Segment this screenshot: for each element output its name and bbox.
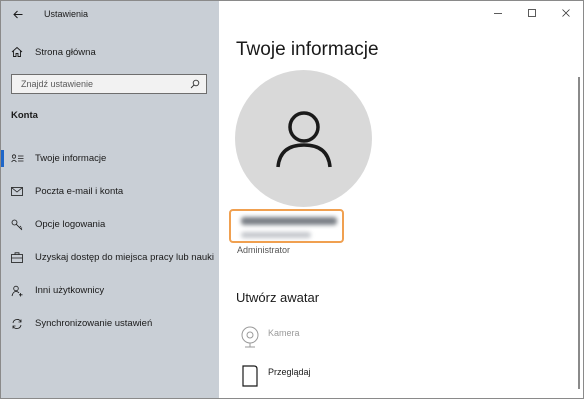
user-account-highlight: [229, 209, 344, 243]
close-icon: [562, 9, 570, 17]
browse-option[interactable]: Przeglądaj: [236, 365, 311, 395]
blurred-user-email: [241, 232, 311, 238]
section-heading-accounts: Konta: [11, 110, 38, 121]
close-button[interactable]: [549, 1, 583, 25]
home-nav-item[interactable]: Strona główna: [1, 39, 219, 65]
sidebar-item-label: Poczta e-mail i konta: [35, 186, 124, 197]
sidebar-item-work-school[interactable]: Uzyskaj dostęp do miejsca pracy lub nauk…: [1, 241, 219, 274]
blurred-user-name: [241, 217, 337, 225]
settings-window: Ustawienia Strona główna Konta: [0, 0, 584, 399]
user-card-icon: [1, 153, 33, 164]
sync-icon: [1, 318, 33, 330]
window-controls: [481, 1, 583, 27]
avatar: [235, 70, 372, 207]
minimize-icon: [494, 13, 502, 14]
back-arrow-icon: [13, 10, 23, 18]
maximize-button[interactable]: [515, 1, 549, 25]
accounts-nav-list: Twoje informacje Poczta e-mail i konta O…: [1, 142, 219, 340]
sidebar-item-other-users[interactable]: Inni użytkownicy: [1, 274, 219, 307]
camera-option[interactable]: Kamera: [236, 326, 300, 356]
create-avatar-heading: Utwórz awatar: [236, 290, 320, 305]
document-icon: [236, 365, 264, 395]
search-box[interactable]: [11, 74, 207, 94]
webcam-icon: [236, 326, 264, 356]
titlebar-left: Ustawienia: [1, 1, 219, 27]
home-label: Strona główna: [35, 46, 96, 58]
app-title: Ustawienia: [44, 9, 89, 19]
search-input[interactable]: [21, 79, 181, 89]
mail-icon: [1, 187, 33, 196]
sidebar-item-label: Synchronizowanie ustawień: [35, 318, 153, 329]
sidebar-item-label: Uzyskaj dostęp do miejsca pracy lub nauk…: [35, 252, 215, 263]
account-role: Administrator: [237, 245, 291, 255]
sidebar-item-label: Inni użytkownicy: [35, 285, 105, 296]
sidebar-item-email-accounts[interactable]: Poczta e-mail i konta: [1, 175, 219, 208]
scrollbar[interactable]: [578, 77, 580, 389]
sidebar: Ustawienia Strona główna Konta: [1, 1, 219, 398]
key-icon: [1, 219, 33, 231]
page-title: Twoje informacje: [236, 39, 379, 60]
search-icon[interactable]: [190, 79, 200, 89]
briefcase-icon: [1, 252, 33, 263]
main-content: Twoje informacje Administrator Utwórz aw…: [219, 1, 583, 398]
person-icon: [275, 110, 332, 167]
sidebar-item-label: Twoje informacje: [35, 153, 107, 164]
browse-label: Przeglądaj: [268, 367, 311, 377]
person-add-icon: [1, 285, 33, 297]
sidebar-item-sign-in-options[interactable]: Opcje logowania: [1, 208, 219, 241]
sidebar-item-sync-settings[interactable]: Synchronizowanie ustawień: [1, 307, 219, 340]
minimize-button[interactable]: [481, 1, 515, 25]
sidebar-item-label: Opcje logowania: [35, 219, 106, 230]
home-icon: [1, 46, 33, 58]
camera-label: Kamera: [268, 328, 300, 338]
back-button[interactable]: [1, 1, 35, 27]
sidebar-item-your-info[interactable]: Twoje informacje: [1, 142, 219, 175]
maximize-icon: [528, 9, 536, 17]
